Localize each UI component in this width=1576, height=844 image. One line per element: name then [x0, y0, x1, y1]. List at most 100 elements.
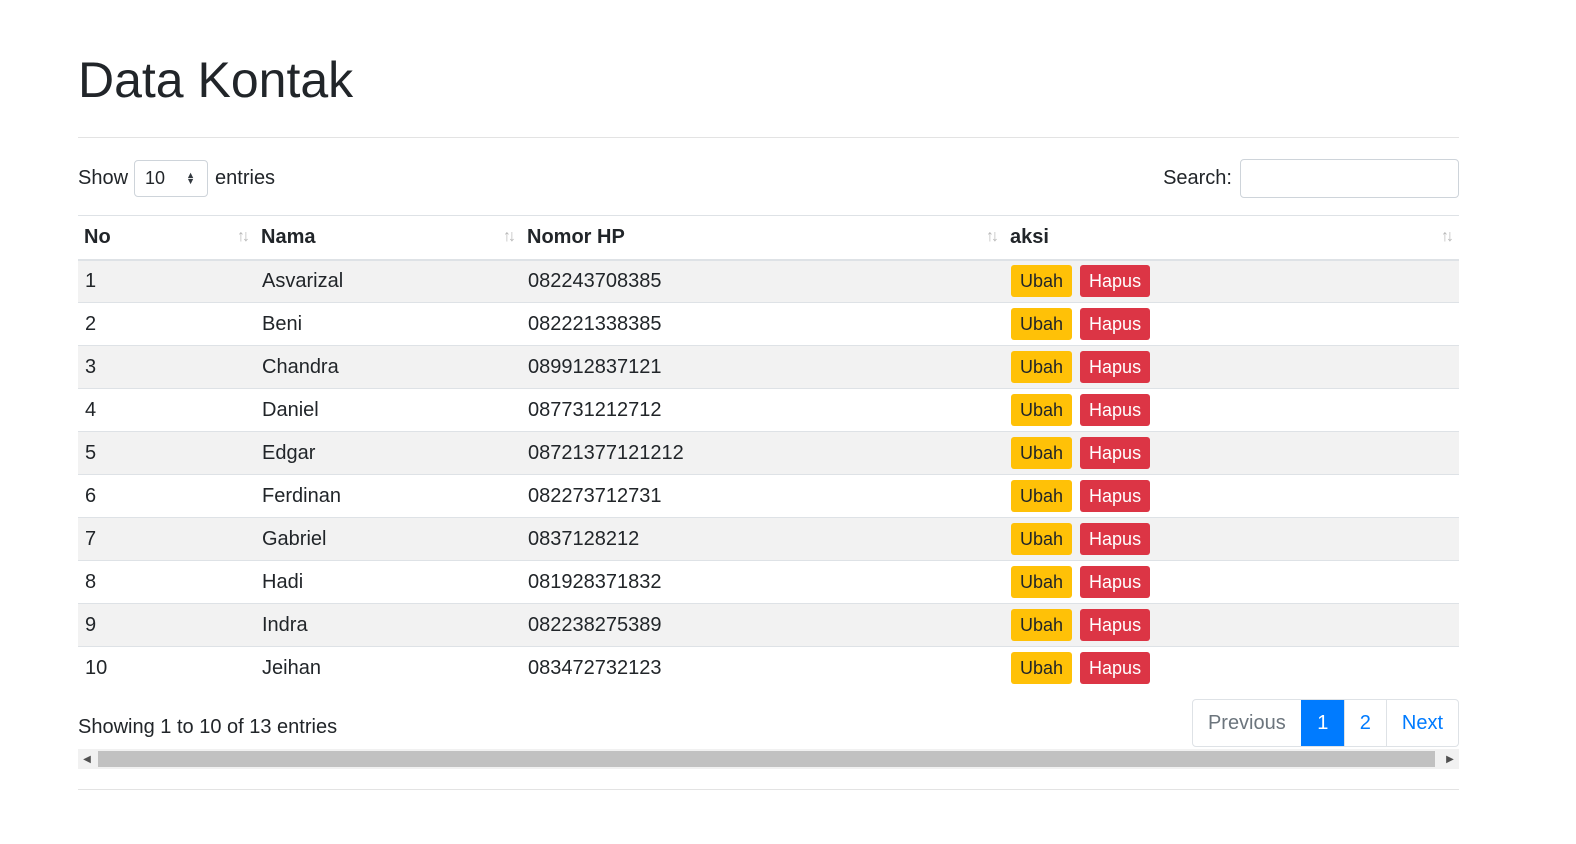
- cell-nama: Hadi: [255, 560, 521, 604]
- cell-nama: Gabriel: [255, 517, 521, 561]
- scroll-left-icon[interactable]: ◀: [78, 749, 96, 769]
- pagination-page-1[interactable]: 1: [1300, 700, 1344, 746]
- table-row: 2 Beni 082221338385 Ubah Hapus: [78, 302, 1459, 346]
- edit-button[interactable]: Ubah: [1011, 566, 1073, 598]
- cell-aksi: Ubah Hapus: [1004, 603, 1459, 647]
- column-header-nomor-hp[interactable]: Nomor HP ↑↓: [521, 215, 1004, 261]
- cell-nomor-hp: 082238275389: [521, 603, 1004, 647]
- select-caret-icon: ▲ ▼: [186, 170, 196, 186]
- edit-button[interactable]: Ubah: [1011, 480, 1073, 512]
- divider: [78, 137, 1459, 138]
- horizontal-scrollbar[interactable]: ◀ ▶: [78, 749, 1459, 769]
- entries-select-value: 10: [145, 167, 166, 188]
- entries-select[interactable]: 10 ▲ ▼: [134, 159, 209, 197]
- delete-button[interactable]: Hapus: [1080, 308, 1151, 340]
- cell-aksi: Ubah Hapus: [1004, 431, 1459, 475]
- cell-aksi: Ubah Hapus: [1004, 302, 1459, 346]
- cell-nama: Indra: [255, 603, 521, 647]
- column-header-label: Nomor HP: [527, 225, 625, 248]
- edit-button[interactable]: Ubah: [1011, 609, 1073, 641]
- cell-nomor-hp: 083472732123: [521, 646, 1004, 690]
- cell-no: 9: [78, 603, 255, 647]
- delete-button[interactable]: Hapus: [1080, 265, 1151, 298]
- scroll-right-icon[interactable]: ▶: [1441, 749, 1459, 769]
- cell-no: 2: [78, 302, 255, 346]
- cell-no: 6: [78, 474, 255, 518]
- edit-button[interactable]: Ubah: [1011, 394, 1073, 426]
- cell-nomor-hp: 08721377121212: [521, 431, 1004, 475]
- cell-no: 4: [78, 388, 255, 432]
- column-header-nama[interactable]: Nama ↑↓: [255, 215, 521, 261]
- divider: [78, 789, 1459, 790]
- cell-nama: Chandra: [255, 345, 521, 389]
- cell-nomor-hp: 089912837121: [521, 345, 1004, 389]
- table-info: Showing 1 to 10 of 13 entries: [78, 716, 338, 738]
- edit-button[interactable]: Ubah: [1011, 265, 1073, 298]
- delete-button[interactable]: Hapus: [1080, 523, 1151, 555]
- table-header-row: No ↑↓ Nama ↑↓ Nomor HP ↑↓ aksi ↑↓: [78, 215, 1459, 261]
- edit-button[interactable]: Ubah: [1011, 652, 1073, 685]
- search-label: Search:: [1163, 166, 1232, 189]
- table-row: 6 Ferdinan 082273712731 Ubah Hapus: [78, 474, 1459, 518]
- contacts-table: No ↑↓ Nama ↑↓ Nomor HP ↑↓ aksi ↑↓ 1 Asvar…: [78, 215, 1459, 690]
- cell-no: 5: [78, 431, 255, 475]
- cell-aksi: Ubah Hapus: [1004, 646, 1459, 690]
- cell-nama: Asvarizal: [255, 259, 521, 303]
- cell-aksi: Ubah Hapus: [1004, 517, 1459, 561]
- delete-button[interactable]: Hapus: [1080, 566, 1151, 598]
- cell-nomor-hp: 087731212712: [521, 388, 1004, 432]
- delete-button[interactable]: Hapus: [1080, 652, 1151, 685]
- delete-button[interactable]: Hapus: [1080, 609, 1151, 641]
- cell-nama: Ferdinan: [255, 474, 521, 518]
- pagination: Previous 1 2 Next: [1191, 699, 1459, 747]
- cell-aksi: Ubah Hapus: [1004, 474, 1459, 518]
- edit-button[interactable]: Ubah: [1011, 308, 1073, 340]
- cell-aksi: Ubah Hapus: [1004, 560, 1459, 604]
- table-row: 9 Indra 082238275389 Ubah Hapus: [78, 603, 1459, 647]
- sort-icon: ↑↓: [1441, 228, 1454, 245]
- pagination-next[interactable]: Next: [1385, 700, 1458, 746]
- cell-no: 1: [78, 259, 255, 303]
- cell-no: 10: [78, 646, 255, 690]
- cell-nama: Daniel: [255, 388, 521, 432]
- cell-nama: Edgar: [255, 431, 521, 475]
- cell-nama: Jeihan: [255, 646, 521, 690]
- sort-icon: ↑↓: [503, 228, 516, 245]
- sort-icon: ↑↓: [986, 228, 999, 245]
- cell-nomor-hp: 082221338385: [521, 302, 1004, 346]
- cell-nomor-hp: 082243708385: [521, 259, 1004, 303]
- scrollbar-thumb[interactable]: [98, 751, 1435, 767]
- table-row: 3 Chandra 089912837121 Ubah Hapus: [78, 345, 1459, 389]
- sort-icon: ↑↓: [237, 228, 250, 245]
- edit-button[interactable]: Ubah: [1011, 351, 1073, 383]
- delete-button[interactable]: Hapus: [1080, 351, 1151, 383]
- edit-button[interactable]: Ubah: [1011, 523, 1073, 555]
- column-header-aksi[interactable]: aksi ↑↓: [1004, 215, 1459, 261]
- cell-nomor-hp: 0837128212: [521, 517, 1004, 561]
- search-input[interactable]: [1240, 158, 1459, 198]
- table-body: 1 Asvarizal 082243708385 Ubah Hapus 2 Beni 0822…: [78, 259, 1459, 690]
- column-header-label: Nama: [261, 225, 316, 248]
- edit-button[interactable]: Ubah: [1011, 437, 1073, 469]
- table-row: 4 Daniel 087731212712 Ubah Hapus: [78, 388, 1459, 432]
- column-header-label: No: [84, 225, 111, 248]
- column-header-no[interactable]: No ↑↓: [78, 215, 255, 261]
- show-label: Show: [78, 166, 129, 189]
- delete-button[interactable]: Hapus: [1080, 394, 1151, 426]
- cell-aksi: Ubah Hapus: [1004, 388, 1459, 432]
- pagination-page-2[interactable]: 2: [1343, 700, 1386, 746]
- cell-nomor-hp: 081928371832: [521, 560, 1004, 604]
- cell-nomor-hp: 082273712731: [521, 474, 1004, 518]
- cell-no: 3: [78, 345, 255, 389]
- delete-button[interactable]: Hapus: [1080, 480, 1151, 512]
- table-row: 1 Asvarizal 082243708385 Ubah Hapus: [78, 259, 1459, 303]
- pagination-previous[interactable]: Previous: [1193, 700, 1301, 746]
- length-control: Show 10 ▲ ▼ entries: [78, 158, 275, 198]
- table-row: 5 Edgar 08721377121212 Ubah Hapus: [78, 431, 1459, 475]
- delete-button[interactable]: Hapus: [1080, 437, 1151, 469]
- table-row: 7 Gabriel 0837128212 Ubah Hapus: [78, 517, 1459, 561]
- cell-aksi: Ubah Hapus: [1004, 345, 1459, 389]
- table-controls: Show 10 ▲ ▼ entries Search:: [78, 158, 1459, 198]
- table-row: 10 Jeihan 083472732123 Ubah Hapus: [78, 646, 1459, 690]
- cell-no: 8: [78, 560, 255, 604]
